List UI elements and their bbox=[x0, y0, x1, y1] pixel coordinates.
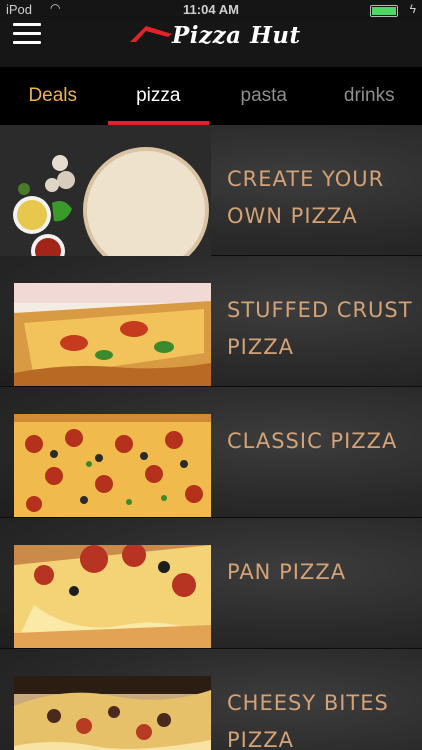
tab-pasta[interactable]: pasta bbox=[211, 67, 317, 125]
status-bar: iPod ◠ 11:04 AM ϟ bbox=[0, 0, 422, 20]
category-tabs: Deals pizza pasta drinks bbox=[0, 67, 422, 125]
menu-item-label: CREATE YOUR OWN PIZZA bbox=[227, 167, 385, 228]
pan-pizza-image bbox=[14, 545, 211, 648]
menu-item-label: STUFFED CRUST PIZZA bbox=[227, 298, 413, 359]
menu-item-label: CLASSIC PIZZA bbox=[227, 429, 398, 453]
tab-pizza[interactable]: pizza bbox=[106, 67, 212, 125]
roof-icon bbox=[130, 26, 172, 42]
menu-item-stuffed-crust[interactable]: STUFFED CRUST PIZZA bbox=[0, 256, 422, 387]
menu-item-pan[interactable]: PAN PIZZA bbox=[0, 518, 422, 649]
menu-item-label: CHEESY BITES PIZZA bbox=[227, 691, 389, 750]
hamburger-menu-icon[interactable] bbox=[13, 23, 41, 45]
classic-pizza-image bbox=[14, 414, 211, 517]
menu-item-classic[interactable]: CLASSIC PIZZA bbox=[0, 387, 422, 518]
menu-item-create-your-own[interactable]: CREATE YOUR OWN PIZZA bbox=[0, 125, 422, 256]
logo-text: Pizza Hut bbox=[172, 22, 301, 49]
battery-icon bbox=[370, 5, 398, 17]
menu-item-cheesy-bites[interactable]: CHEESY BITES PIZZA bbox=[0, 649, 422, 750]
tab-drinks[interactable]: drinks bbox=[317, 67, 422, 125]
tab-deals[interactable]: Deals bbox=[0, 67, 106, 125]
clock: 11:04 AM bbox=[183, 2, 239, 17]
menu-item-label: PAN PIZZA bbox=[227, 560, 347, 584]
create-your-own-image bbox=[0, 125, 211, 256]
stuffed-crust-image bbox=[14, 283, 211, 386]
pizza-hut-logo: Pizza Hut bbox=[128, 20, 301, 52]
charging-icon: ϟ bbox=[409, 2, 416, 16]
cheesy-bites-image bbox=[14, 676, 211, 750]
pizza-menu-list: CREATE YOUR OWN PIZZA STUFFED CRUST PIZZ… bbox=[0, 125, 422, 750]
